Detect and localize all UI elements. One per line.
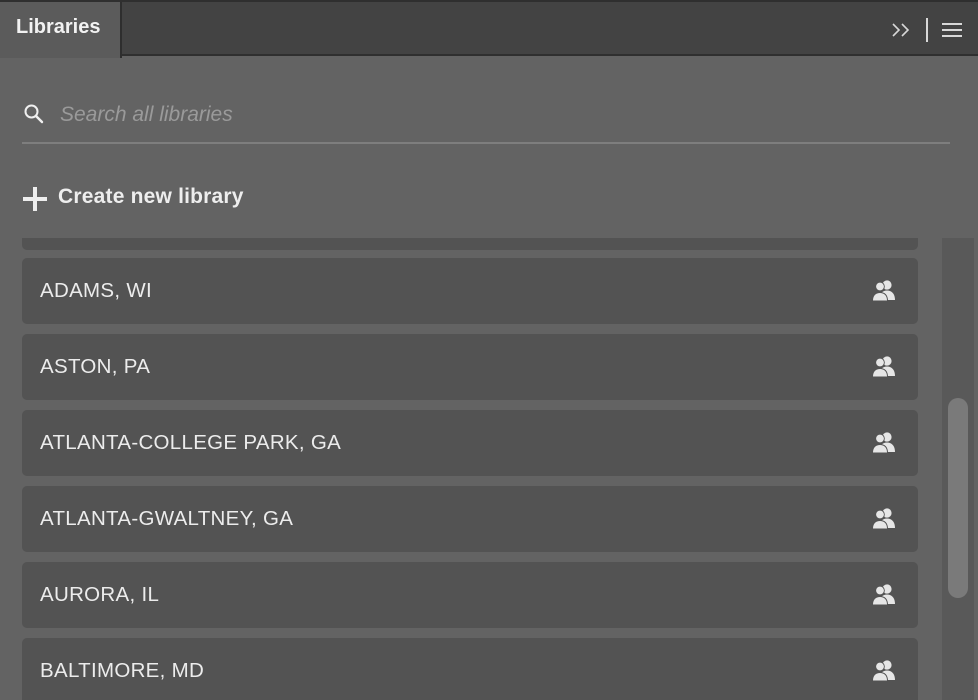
shared-users-icon bbox=[870, 278, 898, 304]
create-new-library-label: Create new library bbox=[58, 185, 244, 208]
panel-menu-button[interactable] bbox=[941, 20, 963, 40]
list-item[interactable]: BALTIMORE, MD bbox=[22, 638, 918, 700]
panel-header: Libraries bbox=[0, 0, 978, 58]
library-name: ASTON, PA bbox=[40, 355, 151, 378]
library-list: ADAMS, WI ASTON, PA ATLANTA-COLLEGE PARK… bbox=[0, 238, 940, 700]
libraries-panel: Libraries Search all libraries Create ne… bbox=[0, 0, 978, 700]
list-item-partial[interactable] bbox=[22, 238, 918, 250]
header-separator bbox=[926, 18, 928, 42]
shared-users-icon bbox=[870, 430, 898, 456]
double-chevron-right-icon bbox=[892, 23, 910, 37]
shared-users-icon bbox=[870, 582, 898, 608]
create-new-library-button[interactable]: Create new library bbox=[22, 180, 322, 216]
plus-icon bbox=[22, 186, 48, 212]
shared-users-icon bbox=[870, 506, 898, 532]
library-name: AURORA, IL bbox=[40, 583, 160, 606]
list-item[interactable]: ATLANTA-GWALTNEY, GA bbox=[22, 486, 918, 552]
scrollbar-thumb[interactable] bbox=[948, 398, 968, 598]
list-item[interactable]: ADAMS, WI bbox=[22, 258, 918, 324]
collapse-panel-button[interactable] bbox=[890, 19, 914, 41]
list-item[interactable]: ASTON, PA bbox=[22, 334, 918, 400]
header-divider bbox=[122, 54, 978, 56]
search-bar bbox=[22, 92, 950, 144]
search-input[interactable] bbox=[60, 98, 920, 132]
library-name: ATLANTA-GWALTNEY, GA bbox=[40, 507, 294, 530]
shared-users-icon bbox=[870, 658, 898, 684]
hamburger-menu-icon bbox=[942, 23, 962, 37]
list-item[interactable]: AURORA, IL bbox=[22, 562, 918, 628]
search-icon bbox=[22, 102, 46, 126]
library-name: ADAMS, WI bbox=[40, 279, 153, 302]
shared-users-icon bbox=[870, 354, 898, 380]
library-name: BALTIMORE, MD bbox=[40, 659, 205, 682]
list-item[interactable]: ATLANTA-COLLEGE PARK, GA bbox=[22, 410, 918, 476]
library-name: ATLANTA-COLLEGE PARK, GA bbox=[40, 431, 342, 454]
tab-libraries[interactable]: Libraries bbox=[0, 2, 122, 58]
